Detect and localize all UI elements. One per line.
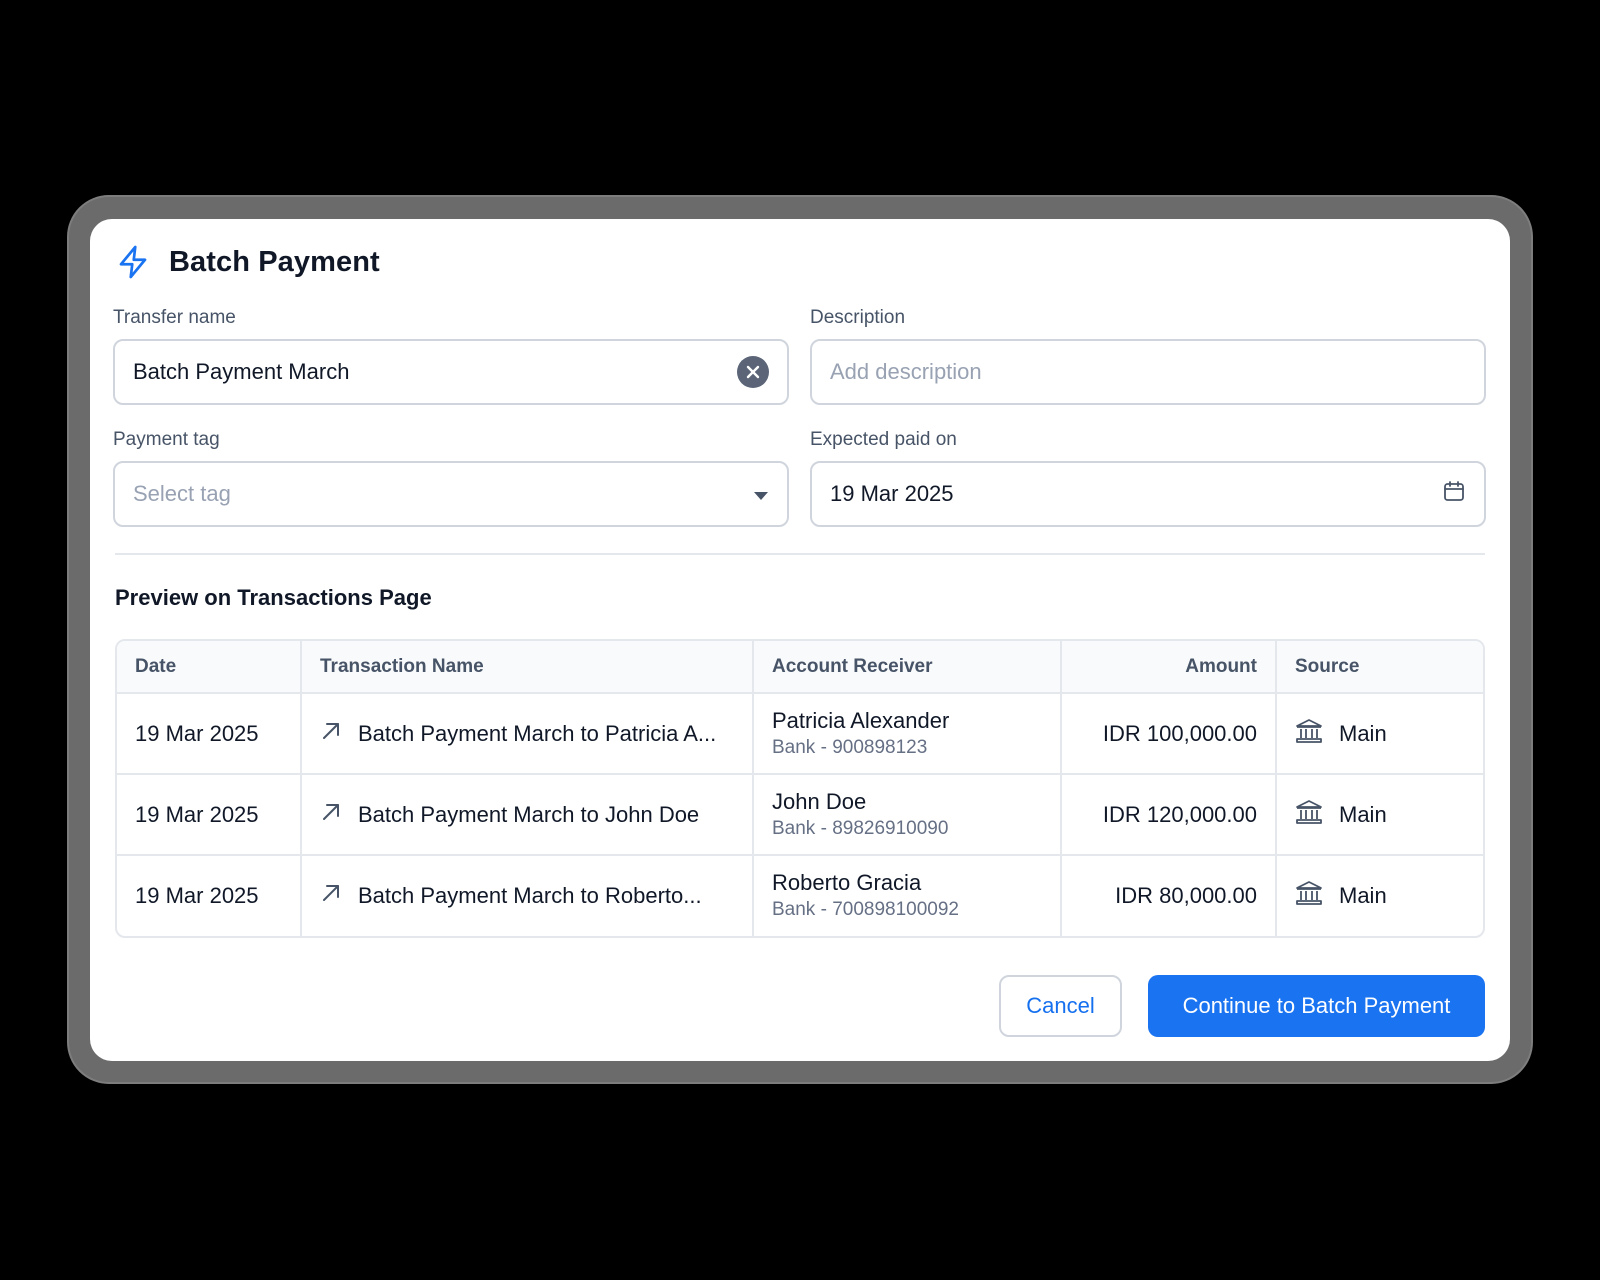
- expected-paid-on-field: Expected paid on 19 Mar 2025: [810, 429, 1486, 527]
- row-receiver-name: John Doe: [772, 788, 867, 814]
- divider: [115, 553, 1485, 555]
- row-amount: IDR 100,000.00: [1061, 693, 1277, 775]
- column-header-account-receiver: Account Receiver: [753, 641, 1062, 694]
- row-date: 19 Mar 2025: [117, 855, 302, 936]
- payment-tag-label: Payment tag: [113, 429, 220, 450]
- row-receiver-account: Bank - 89826910090: [772, 817, 949, 839]
- modal-header: Batch Payment: [115, 243, 380, 281]
- clear-icon[interactable]: [737, 356, 769, 388]
- row-transaction-name: Batch Payment March to John Doe: [358, 801, 700, 827]
- caret-down-icon[interactable]: [753, 481, 769, 507]
- column-header-amount: Amount: [1061, 641, 1277, 694]
- row-receiver-cell: Patricia Alexander Bank - 900898123: [753, 693, 1062, 775]
- calendar-icon[interactable]: [1442, 479, 1466, 509]
- row-source-cell: Main: [1276, 774, 1483, 856]
- arrow-up-right-icon: [320, 801, 342, 829]
- preview-table: Date Transaction Name Account Receiver A…: [115, 639, 1485, 938]
- description-placeholder: Add description: [830, 359, 982, 384]
- column-header-date: Date: [117, 641, 302, 694]
- modal-title: Batch Payment: [169, 245, 380, 278]
- lightning-bolt-icon: [115, 243, 151, 281]
- expected-paid-on-value: 19 Mar 2025: [830, 481, 954, 506]
- payment-tag-select[interactable]: Select tag: [113, 461, 789, 527]
- row-receiver-account: Bank - 900898123: [772, 736, 928, 758]
- transfer-name-field: Transfer name Batch Payment March: [113, 307, 789, 405]
- row-source: Main: [1339, 801, 1387, 827]
- column-header-source: Source: [1276, 641, 1483, 694]
- row-receiver-cell: John Doe Bank - 89826910090: [753, 774, 1062, 856]
- transfer-name-input[interactable]: Batch Payment March: [113, 339, 789, 405]
- transfer-name-value: Batch Payment March: [133, 359, 350, 384]
- row-transaction-cell: Batch Payment March to Roberto...: [301, 855, 754, 936]
- payment-tag-field: Payment tag Select tag: [113, 429, 789, 527]
- row-transaction-name: Batch Payment March to Roberto...: [358, 883, 702, 908]
- arrow-up-right-icon: [320, 882, 342, 910]
- payment-tag-placeholder: Select tag: [133, 481, 231, 506]
- bank-icon: [1295, 880, 1323, 912]
- row-receiver-cell: Roberto Gracia Bank - 700898100092: [753, 855, 1062, 936]
- transfer-name-label: Transfer name: [113, 307, 236, 328]
- row-amount: IDR 120,000.00: [1061, 774, 1277, 856]
- table-header-row: Date Transaction Name Account Receiver A…: [117, 641, 1483, 694]
- expected-paid-on-label: Expected paid on: [810, 429, 957, 450]
- row-transaction-cell: Batch Payment March to John Doe: [301, 774, 754, 856]
- table-row: 19 Mar 2025 Batch Payment March to Rober…: [117, 855, 1483, 936]
- continue-button[interactable]: Continue to Batch Payment: [1148, 975, 1485, 1037]
- bank-icon: [1295, 799, 1323, 831]
- row-amount: IDR 80,000.00: [1061, 855, 1277, 936]
- row-receiver-name: Patricia Alexander: [772, 707, 950, 733]
- row-receiver-account: Bank - 700898100092: [772, 899, 959, 920]
- row-source: Main: [1339, 883, 1387, 908]
- row-date: 19 Mar 2025: [117, 774, 302, 856]
- bank-icon: [1295, 718, 1323, 750]
- row-source-cell: Main: [1276, 693, 1483, 775]
- batch-payment-modal: Batch Payment Transfer name Batch Paymen…: [90, 219, 1510, 1061]
- arrow-up-right-icon: [320, 720, 342, 748]
- preview-title: Preview on Transactions Page: [115, 585, 432, 610]
- row-source-cell: Main: [1276, 855, 1483, 936]
- table-row: 19 Mar 2025 Batch Payment March to Patri…: [117, 693, 1483, 775]
- description-input[interactable]: Add description: [810, 339, 1486, 405]
- description-field: Description Add description: [810, 307, 1486, 405]
- column-header-transaction-name: Transaction Name: [301, 641, 754, 694]
- row-receiver-name: Roberto Gracia: [772, 870, 922, 895]
- cancel-button[interactable]: Cancel: [999, 975, 1122, 1037]
- row-source: Main: [1339, 720, 1387, 746]
- row-transaction-cell: Batch Payment March to Patricia A...: [301, 693, 754, 775]
- row-date: 19 Mar 2025: [117, 693, 302, 775]
- table-row: 19 Mar 2025 Batch Payment March to John …: [117, 774, 1483, 856]
- description-label: Description: [810, 307, 906, 328]
- expected-paid-on-input[interactable]: 19 Mar 2025: [810, 461, 1486, 527]
- row-transaction-name: Batch Payment March to Patricia A...: [358, 720, 717, 746]
